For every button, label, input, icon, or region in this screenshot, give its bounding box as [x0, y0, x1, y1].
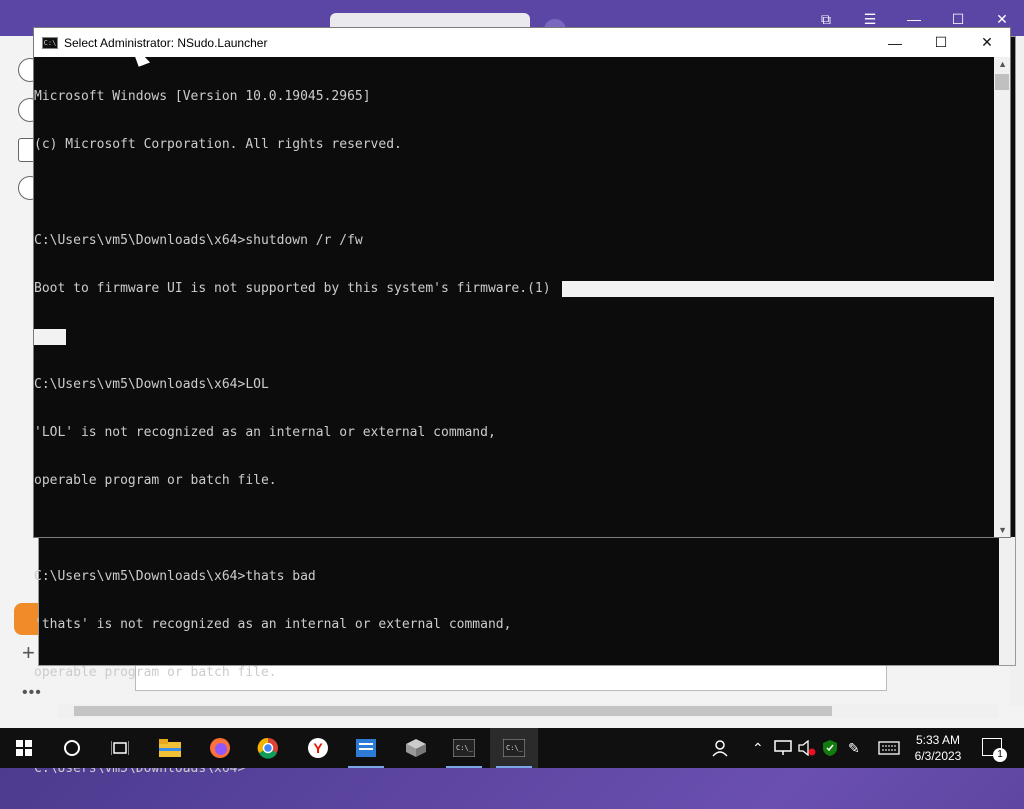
clock-time: 5:33 AM [915, 733, 961, 747]
console-vertical-scrollbar[interactable]: ▲ ▼ [994, 57, 1010, 537]
taskbar-clock[interactable]: 5:33 AM 6/3/2023 [905, 728, 971, 768]
console-line: (c) Microsoft Corporation. All rights re… [34, 137, 402, 152]
maximize-button[interactable]: ☐ [918, 28, 964, 57]
windows-start-icon[interactable] [0, 728, 48, 768]
keyboard-icon[interactable] [878, 728, 900, 768]
background-console-scrollbar[interactable] [999, 537, 1015, 665]
cmd-icon[interactable]: C:\_ [490, 728, 538, 768]
console-line: C:\Users\vm5\Downloads\x64>shutdown /r /… [34, 233, 363, 248]
scroll-down-icon[interactable]: ▼ [998, 525, 1007, 535]
minimize-button[interactable]: — [872, 28, 918, 57]
console-output[interactable]: Microsoft Windows [Version 10.0.19045.29… [34, 57, 994, 776]
console-window[interactable]: C:\ Select Administrator: NSudo.Launcher… [33, 27, 1011, 776]
console-line [34, 329, 994, 345]
scroll-up-icon[interactable]: ▲ [998, 59, 1007, 69]
notification-count-badge: 1 [993, 748, 1007, 762]
svg-text:C:\_: C:\_ [506, 744, 524, 752]
people-icon[interactable] [712, 728, 732, 768]
selection-highlight [34, 329, 66, 345]
window-title: Select Administrator: NSudo.Launcher [64, 35, 268, 50]
chevron-up-icon[interactable]: ⌃ [752, 728, 764, 768]
sidebar-add-icon[interactable]: + [22, 640, 35, 666]
cortana-search-icon[interactable] [48, 728, 96, 768]
task-view-icon[interactable] [96, 728, 144, 768]
close-button[interactable]: ✕ [964, 28, 1010, 57]
console-line: 'thats' is not recognized as an internal… [34, 617, 512, 632]
console-line: operable program or batch file. [34, 473, 277, 488]
taskbar: Y C:\_ C:\_ ⌃ ✎ [0, 728, 1024, 768]
settings-app-icon[interactable] [342, 728, 390, 768]
svg-text:C:\_: C:\_ [456, 744, 474, 752]
console-scroll-thumb[interactable] [995, 74, 1009, 90]
volume-muted-icon[interactable] [798, 728, 816, 768]
console-line: 'LOL' is not recognized as an internal o… [34, 425, 496, 440]
cmd-icon[interactable]: C:\_ [440, 728, 488, 768]
console-titlebar[interactable]: C:\ Select Administrator: NSudo.Launcher… [34, 28, 1010, 57]
cmd-icon: C:\ [42, 36, 58, 49]
console-line: operable program or batch file. [34, 665, 277, 680]
console-line: C:\Users\vm5\Downloads\x64>thats bad [34, 569, 316, 584]
console-line-text: Boot to firmware UI is not supported by … [34, 281, 551, 296]
file-explorer-icon[interactable] [146, 728, 194, 768]
package-icon[interactable] [392, 728, 440, 768]
selection-highlight [562, 281, 994, 297]
console-line: Microsoft Windows [Version 10.0.19045.29… [34, 89, 371, 104]
console-line: C:\Users\vm5\Downloads\x64>LOL [34, 377, 269, 392]
yandex-icon[interactable]: Y [294, 728, 342, 768]
firefox-icon[interactable] [196, 728, 244, 768]
window-controls: — ☐ ✕ [872, 28, 1010, 57]
chrome-icon[interactable] [244, 728, 292, 768]
svg-text:Y: Y [313, 740, 323, 756]
network-icon[interactable] [774, 728, 792, 768]
console-line-selected: Boot to firmware UI is not supported by … [34, 281, 994, 297]
security-shield-icon[interactable] [822, 728, 838, 768]
pen-icon[interactable]: ✎ [848, 728, 860, 768]
clock-date: 6/3/2023 [914, 749, 962, 763]
